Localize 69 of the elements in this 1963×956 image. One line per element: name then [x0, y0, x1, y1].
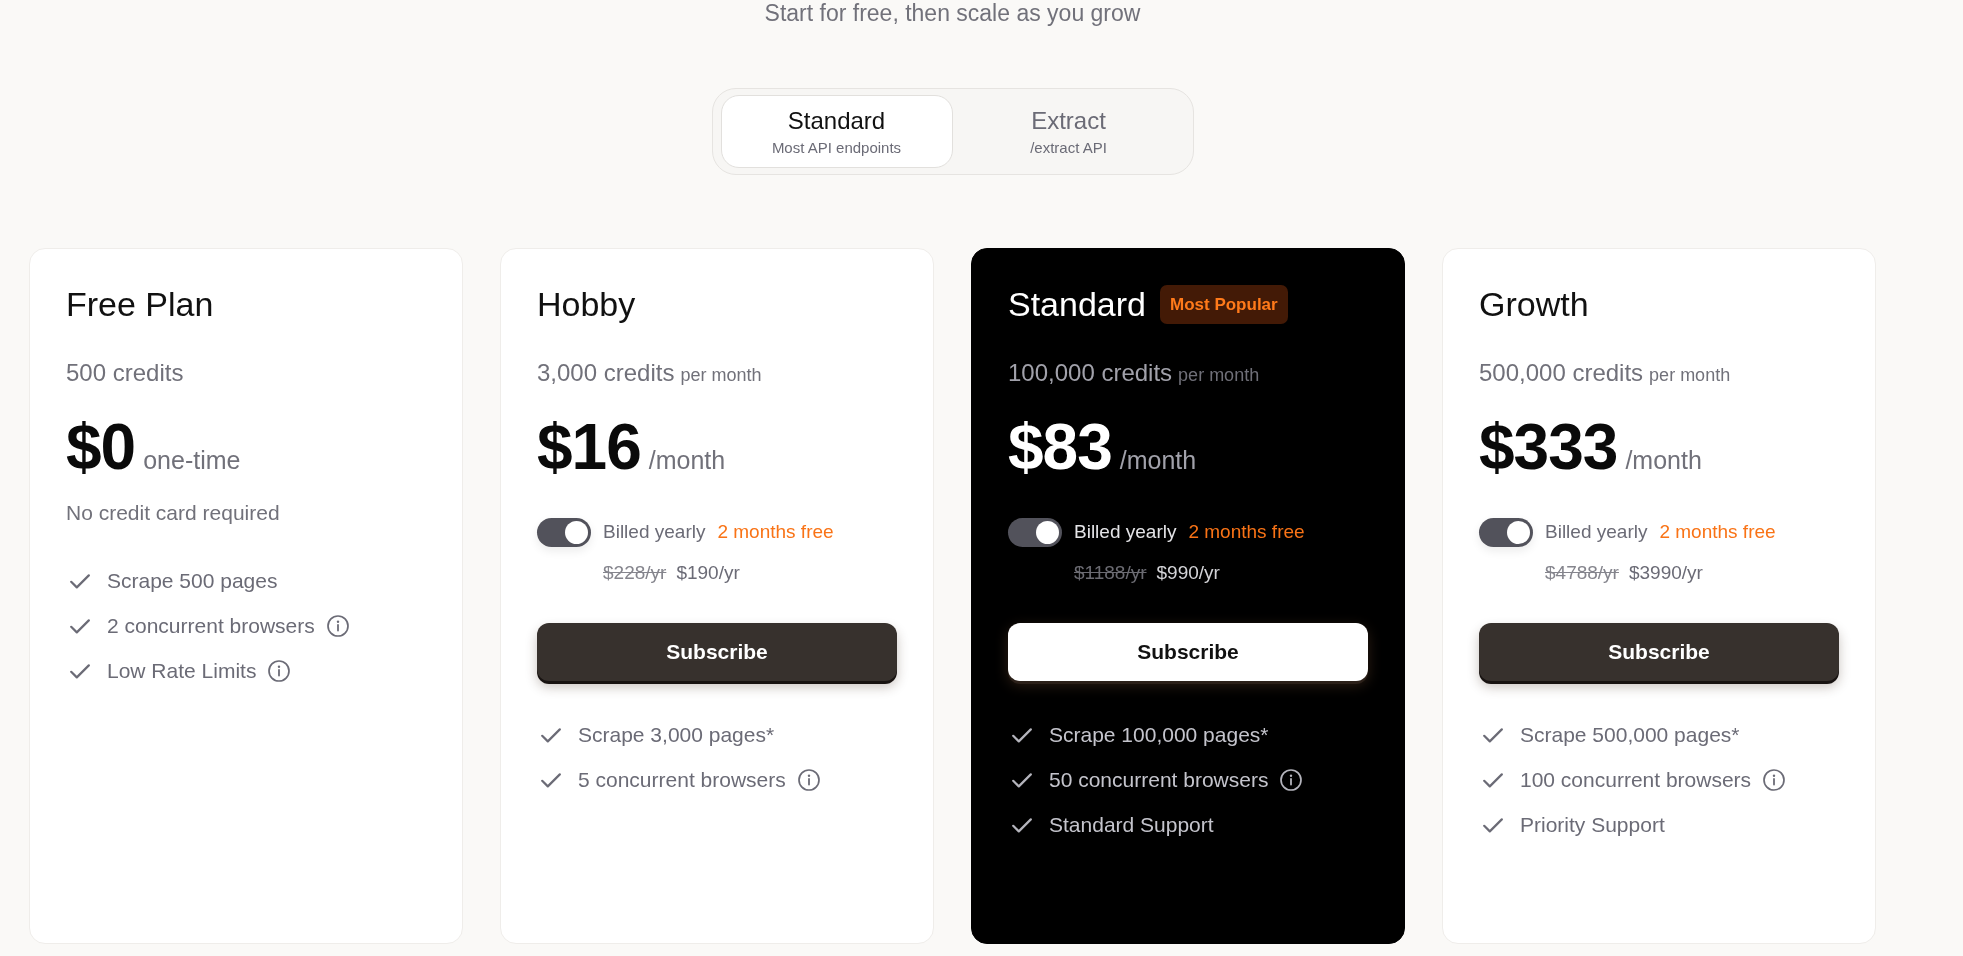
check-icon	[1012, 772, 1032, 788]
plan-name: Hobby	[537, 284, 636, 324]
credits-period: per month	[680, 364, 762, 386]
discount-label: 2 months free	[717, 520, 834, 544]
feature-text: Priority Support	[1520, 812, 1665, 838]
price-unit: /month	[648, 446, 726, 474]
price-amount: $83	[1008, 413, 1112, 481]
yearly-price: $190/yr	[676, 561, 740, 585]
credits-amount: 100,000 credits	[1008, 358, 1173, 388]
info-icon[interactable]	[797, 769, 820, 791]
price-unit: /month	[1625, 446, 1702, 474]
billing-label: Billed yearly	[603, 520, 706, 544]
plan-type-tab[interactable]: Extract /extract API	[952, 95, 1185, 168]
subtitle: Start for free, then scale as you grow	[764, 0, 1141, 26]
check-icon	[70, 573, 90, 589]
billing-toggle[interactable]	[537, 517, 591, 547]
check-icon	[70, 618, 90, 634]
feature-text: 2 concurrent browsers	[107, 613, 315, 639]
feature-text: 50 concurrent browsers	[1049, 767, 1269, 793]
feature-text: 5 concurrent browsers	[578, 767, 786, 793]
check-icon	[1483, 772, 1503, 788]
plan-type-tab[interactable]: Standard Most API endpoints	[720, 95, 953, 168]
info-icon[interactable]	[1763, 769, 1786, 791]
check-icon	[541, 727, 561, 743]
price-amount: $333	[1479, 413, 1618, 481]
info-icon[interactable]	[326, 615, 349, 637]
plan-name: Standard	[1008, 284, 1146, 324]
feature-text: Standard Support	[1049, 812, 1214, 838]
credits-period: per month	[1649, 364, 1731, 386]
info-icon[interactable]	[268, 660, 291, 682]
subscribe-button[interactable]: Subscribe	[1008, 623, 1368, 681]
check-icon	[1012, 817, 1032, 833]
old-price: $228/yr	[603, 561, 667, 585]
plan-note: No credit card required	[66, 500, 281, 526]
feature-text: Scrape 3,000 pages*	[578, 722, 775, 748]
feature-text: Scrape 500,000 pages*	[1520, 722, 1740, 748]
check-icon	[1483, 817, 1503, 833]
subscribe-button[interactable]: Subscribe	[537, 623, 897, 681]
plan-name: Growth	[1479, 284, 1589, 324]
credits-period: per month	[1178, 364, 1260, 386]
billing-label: Billed yearly	[1545, 520, 1648, 544]
discount-label: 2 months free	[1188, 520, 1305, 544]
price-amount: $0	[66, 413, 136, 481]
old-price: $1188/yr	[1074, 561, 1147, 585]
billing-toggle[interactable]	[1008, 517, 1062, 547]
billing-label: Billed yearly	[1074, 520, 1177, 544]
plan-name: Free Plan	[66, 284, 214, 324]
check-icon	[1483, 727, 1503, 743]
credits-amount: 500,000 credits	[1479, 358, 1644, 388]
info-icon[interactable]	[1280, 769, 1303, 791]
feature-text: Low Rate Limits	[107, 658, 257, 684]
credits-amount: 500 credits	[66, 358, 184, 388]
price-amount: $16	[537, 413, 641, 481]
discount-label: 2 months free	[1659, 520, 1776, 544]
feature-text: 100 concurrent browsers	[1520, 767, 1752, 793]
old-price: $4788/yr	[1545, 561, 1619, 585]
check-icon	[1012, 727, 1032, 743]
subscribe-button[interactable]: Subscribe	[1479, 623, 1839, 681]
yearly-price: $990/yr	[1156, 561, 1220, 585]
popular-badge: Most Popular	[1160, 284, 1288, 324]
yearly-price: $3990/yr	[1628, 561, 1703, 585]
check-icon	[541, 772, 561, 788]
check-icon	[70, 663, 90, 679]
price-unit: one-time	[143, 446, 241, 474]
feature-text: Scrape 500 pages	[107, 568, 278, 594]
credits-amount: 3,000 credits	[537, 358, 675, 388]
price-unit: /month	[1119, 446, 1197, 474]
feature-text: Scrape 100,000 pages*	[1049, 722, 1269, 748]
billing-toggle[interactable]	[1479, 517, 1533, 547]
